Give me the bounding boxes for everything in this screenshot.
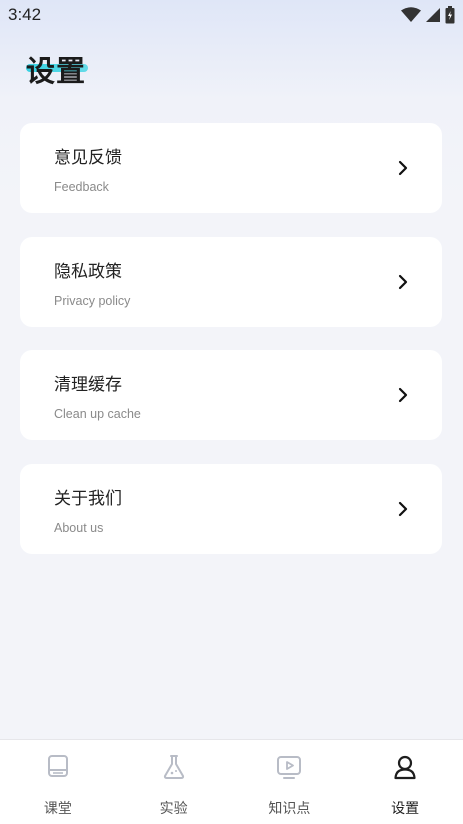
tab-label: 实验 — [159, 801, 188, 817]
bottom-nav: 课堂 实验 知识点 设置 — [0, 739, 463, 824]
video-play-icon — [277, 756, 302, 779]
settings-item-title: 关于我们 — [54, 488, 122, 509]
settings-item-title: 清理缓存 — [54, 375, 122, 395]
status-time: 3:42 — [8, 5, 42, 24]
chevron-right-icon — [398, 387, 408, 403]
settings-item-privacy[interactable]: 隐私政策 Privacy policy — [20, 236, 442, 327]
user-icon — [394, 755, 416, 780]
page-title: 设置 — [26, 54, 87, 88]
tab-label: 知识点 — [268, 801, 311, 817]
settings-item-subtitle: Feedback — [54, 180, 109, 194]
status-bar: 3:42 — [0, 0, 463, 30]
settings-item-feedback[interactable]: 意见反馈 Feedback — [20, 123, 442, 213]
tab-experiment[interactable]: 实验 — [116, 740, 232, 824]
settings-list: 意见反馈 Feedback 隐私政策 Privacy policy 清理缓存 C… — [20, 123, 442, 577]
settings-item-subtitle: Privacy policy — [54, 293, 131, 308]
chevron-right-icon — [398, 274, 408, 289]
chevron-right-icon — [398, 501, 408, 516]
status-icons — [401, 6, 455, 24]
tab-knowledge[interactable]: 知识点 — [232, 740, 348, 824]
tab-label: 设置 — [391, 801, 420, 817]
tab-classroom[interactable]: 课堂 — [0, 740, 116, 824]
wifi-icon — [401, 7, 421, 22]
tab-settings[interactable]: 设置 — [347, 740, 463, 824]
settings-item-title: 意见反馈 — [54, 148, 122, 168]
settings-item-subtitle: Clean up cache — [54, 407, 141, 421]
book-icon — [47, 755, 68, 777]
settings-item-clear-cache[interactable]: 清理缓存 Clean up cache — [20, 350, 442, 440]
settings-item-title: 隐私政策 — [54, 261, 122, 282]
chevron-right-icon — [398, 160, 408, 176]
page-header: 设置 — [26, 48, 88, 88]
signal-icon — [426, 8, 440, 22]
battery-icon — [445, 6, 455, 24]
flask-icon — [163, 755, 184, 779]
tab-label: 课堂 — [43, 801, 72, 817]
settings-item-about[interactable]: 关于我们 About us — [20, 463, 442, 554]
settings-item-subtitle: About us — [54, 520, 104, 535]
